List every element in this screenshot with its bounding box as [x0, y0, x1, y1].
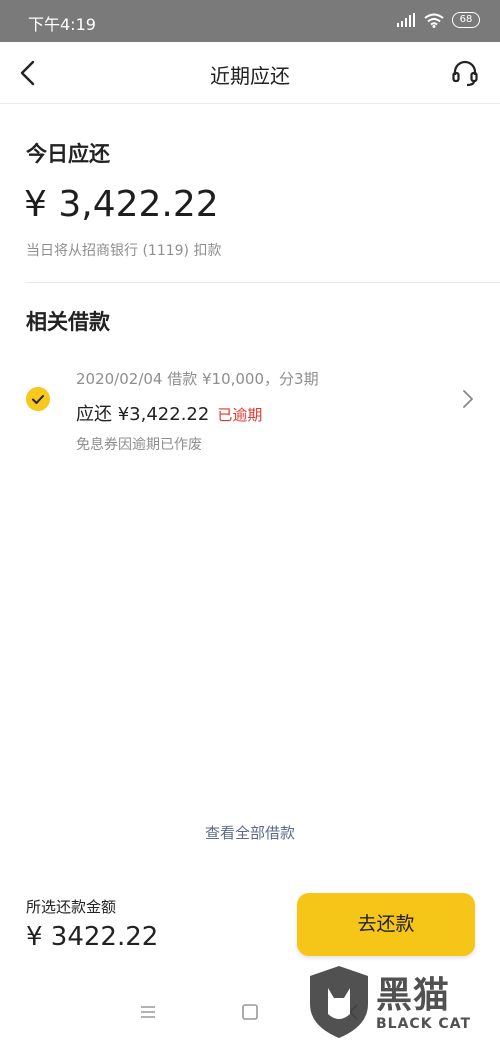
watermark-en: BLACK CAT [376, 1016, 471, 1032]
menu-icon[interactable] [138, 1002, 158, 1022]
cat-shield-icon [310, 966, 368, 1038]
chevron-right-icon[interactable] [460, 388, 476, 410]
status-icons: 68 [396, 12, 480, 28]
selected-amount-label: 所选还款金额 [26, 898, 117, 916]
coupon-note: 免息券因逾期已作废 [76, 437, 202, 453]
related-loans-title: 相关借款 [26, 310, 110, 334]
status-time: 下午4:19 [28, 15, 96, 34]
wifi-icon [424, 13, 444, 28]
today-due-title: 今日应还 [26, 142, 110, 166]
loan-due-amount: 应还 ¥3,422.22 [76, 404, 210, 425]
pay-button[interactable]: 去还款 [297, 893, 475, 956]
loan-info: 2020/02/04 借款 ¥10,000，分3期 [76, 370, 319, 388]
page-title: 近期应还 [210, 64, 290, 88]
headset-icon[interactable] [450, 58, 480, 88]
battery-indicator: 68 [452, 12, 480, 28]
watermark-cn: 黑猫 [376, 975, 451, 1016]
watermark: 黑猫 BLACK CAT [304, 962, 494, 1042]
check-icon[interactable] [26, 387, 50, 411]
signal-icon [397, 13, 415, 27]
home-icon[interactable] [240, 1002, 260, 1022]
nav-bar: 近期应还 [0, 42, 500, 104]
loan-due: 应还 ¥3,422.22 已逾期 [76, 400, 262, 426]
debit-note: 当日将从招商银行 (1119) 扣款 [26, 243, 222, 259]
status-bar: 下午4:19 68 [0, 0, 500, 42]
divider [26, 282, 500, 283]
loan-item[interactable]: 2020/02/04 借款 ¥10,000，分3期 应还 ¥3,422.22 已逾… [0, 354, 500, 464]
selected-amount: ¥ 3422.22 [26, 922, 159, 952]
main-content: 今日应还 ¥ 3,422.22 当日将从招商银行 (1119) 扣款 相关借款 … [0, 104, 500, 870]
today-due-amount: ¥ 3,422.22 [24, 184, 219, 225]
overdue-badge: 已逾期 [217, 406, 263, 424]
view-all-loans-link[interactable]: 查看全部借款 [0, 822, 500, 843]
